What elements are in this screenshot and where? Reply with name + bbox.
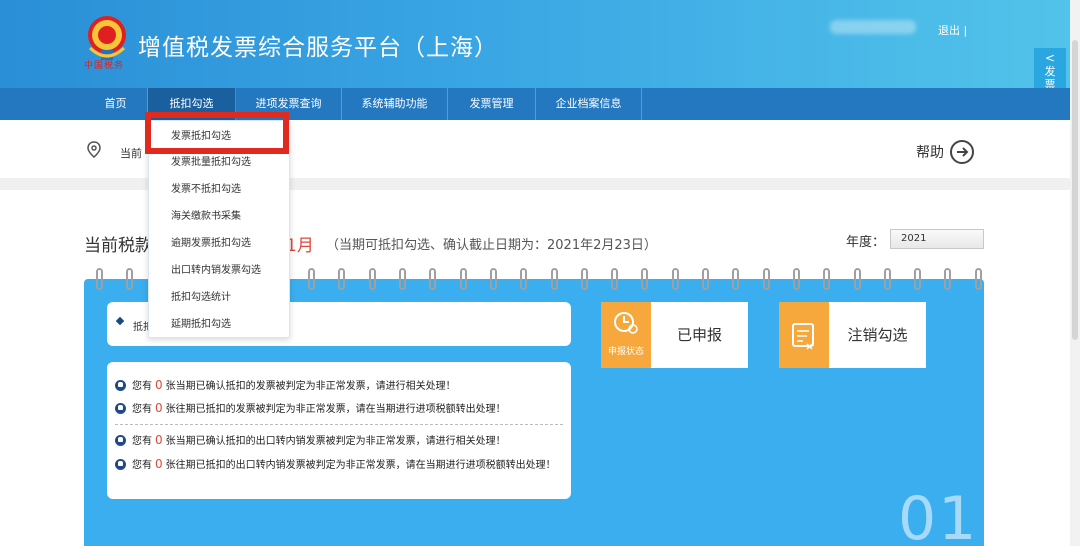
notice-text: 张往期已抵扣的出口转内销发票被判定为非正常发票，请在当期进行进项税额转出处理！ bbox=[165, 460, 556, 471]
menu-item-export-to-domestic[interactable]: 出口转内销发票勾选 bbox=[149, 257, 289, 284]
bell-icon bbox=[115, 459, 126, 470]
bell-icon bbox=[115, 403, 126, 414]
binder-ring bbox=[974, 268, 982, 290]
help-label: 帮助 bbox=[916, 145, 944, 161]
nav-invoice-management[interactable]: 发票管理 bbox=[448, 88, 536, 120]
binder-ring bbox=[883, 268, 891, 290]
binder-ring bbox=[611, 268, 619, 290]
breadcrumb: 当前 bbox=[120, 147, 142, 160]
binder-ring bbox=[96, 268, 103, 290]
notice-text: 张当期已确认抵扣的发票被判定为非正常发票，请进行相关处理！ bbox=[165, 381, 456, 392]
year-label: 年度： bbox=[846, 235, 886, 250]
binder-ring bbox=[823, 268, 831, 290]
notice-divider bbox=[115, 424, 563, 425]
blurred-user-info bbox=[830, 20, 916, 34]
binder-ring bbox=[792, 268, 800, 290]
notice-prefix: 您有 bbox=[132, 404, 152, 415]
menu-item-deferred-deduction[interactable]: 延期抵扣勾选 bbox=[149, 311, 289, 338]
binder-ring bbox=[489, 268, 497, 290]
tax-period-title: 当前税款 bbox=[84, 236, 152, 256]
binder-ring bbox=[853, 268, 861, 290]
help-button[interactable]: 帮助 bbox=[916, 140, 974, 164]
step-number: 01 bbox=[898, 484, 979, 546]
binder-ring bbox=[399, 268, 406, 290]
cancel-selection-tile[interactable]: 注销勾选 bbox=[779, 302, 926, 368]
arrow-right-circle-icon bbox=[950, 140, 974, 164]
binder-ring bbox=[520, 268, 528, 290]
nav-enterprise-archive[interactable]: 企业档案信息 bbox=[536, 88, 642, 120]
notice-count: 0 bbox=[155, 378, 163, 392]
binder-ring bbox=[732, 268, 740, 290]
binder-ring bbox=[641, 268, 649, 290]
deadline-note: （当期可抵扣勾选、确认截止日期为：2021年2月23日） bbox=[326, 238, 657, 253]
binder-ring bbox=[702, 268, 709, 290]
tax-period-month: 1月 bbox=[286, 236, 314, 256]
notice-prefix: 您有 bbox=[132, 381, 152, 392]
status-icon-caption: 申报状态 bbox=[607, 347, 644, 357]
notice-count: 0 bbox=[155, 401, 163, 415]
highlight-box bbox=[145, 112, 289, 154]
notice-text: 张当期已确认抵扣的出口转内销发票被判定为非正常发票，请进行相关处理！ bbox=[165, 436, 506, 447]
chevron-left-icon: < bbox=[1044, 51, 1056, 65]
scrollbar-thumb[interactable] bbox=[1072, 40, 1078, 340]
location-icon bbox=[87, 141, 101, 158]
notice-prefix: 您有 bbox=[132, 460, 152, 471]
menu-item-non-deduction[interactable]: 发票不抵扣勾选 bbox=[149, 176, 289, 203]
binder-ring bbox=[944, 268, 952, 290]
status-icon: 申报状态 bbox=[601, 302, 651, 368]
logout-link[interactable]: 退出 | bbox=[938, 22, 967, 38]
notice-prefix: 您有 bbox=[132, 436, 152, 447]
notice-count: 0 bbox=[155, 433, 163, 447]
binder-ring bbox=[762, 268, 770, 290]
menu-item-overdue-deduction[interactable]: 逾期发票抵扣勾选 bbox=[149, 230, 289, 257]
binder-ring bbox=[338, 268, 346, 290]
notice-count: 0 bbox=[155, 457, 163, 471]
declared-status-tile[interactable]: 申报状态 已申报 bbox=[601, 302, 748, 368]
notice-item: 您有 0 张往期已抵扣的出口转内销发票被判定为非正常发票，请在当期进行进项税额转出处… bbox=[115, 457, 565, 473]
bell-icon bbox=[115, 435, 126, 446]
site-title: 增值税发票综合服务平台（上海） bbox=[138, 35, 498, 61]
bell-icon bbox=[115, 380, 126, 391]
binder-ring bbox=[914, 268, 922, 290]
binder-ring bbox=[550, 268, 558, 290]
nav-system-aux[interactable]: 系统辅助功能 bbox=[342, 88, 448, 120]
menu-item-customs-collection[interactable]: 海关缴款书采集 bbox=[149, 203, 289, 230]
header: 中国税务 增值税发票综合服务平台（上海） 退出 | bbox=[0, 0, 1080, 88]
binder-ring bbox=[580, 268, 588, 290]
year-select[interactable]: 2021 bbox=[890, 229, 984, 249]
notice-item: 您有 0 张往期已抵扣的发票被判定为非正常发票，请在当期进行进项税额转出处理！ bbox=[115, 401, 506, 417]
binder-ring bbox=[459, 268, 467, 290]
notice-text: 张往期已抵扣的发票被判定为非正常发票，请在当期进行进项税额转出处理！ bbox=[165, 404, 506, 415]
notice-item: 您有 0 张当期已确认抵扣的发票被判定为非正常发票，请进行相关处理！ bbox=[115, 378, 456, 394]
binder-ring bbox=[308, 268, 316, 290]
cancel-icon bbox=[779, 302, 829, 368]
logo-script: 中国税务 bbox=[84, 61, 125, 71]
menu-item-deduction-stats[interactable]: 抵扣勾选统计 bbox=[149, 284, 289, 311]
binder-ring bbox=[671, 268, 679, 290]
binder-ring bbox=[126, 268, 134, 290]
nav-home[interactable]: 首页 bbox=[84, 88, 148, 120]
notice-item: 您有 0 张当期已确认抵扣的出口转内销发票被判定为非正常发票，请进行相关处理！ bbox=[115, 433, 506, 449]
declared-status-label: 已申报 bbox=[676, 326, 722, 344]
binder-ring bbox=[368, 268, 376, 290]
binder-ring bbox=[429, 268, 437, 290]
cancel-selection-label: 注销勾选 bbox=[847, 326, 908, 344]
